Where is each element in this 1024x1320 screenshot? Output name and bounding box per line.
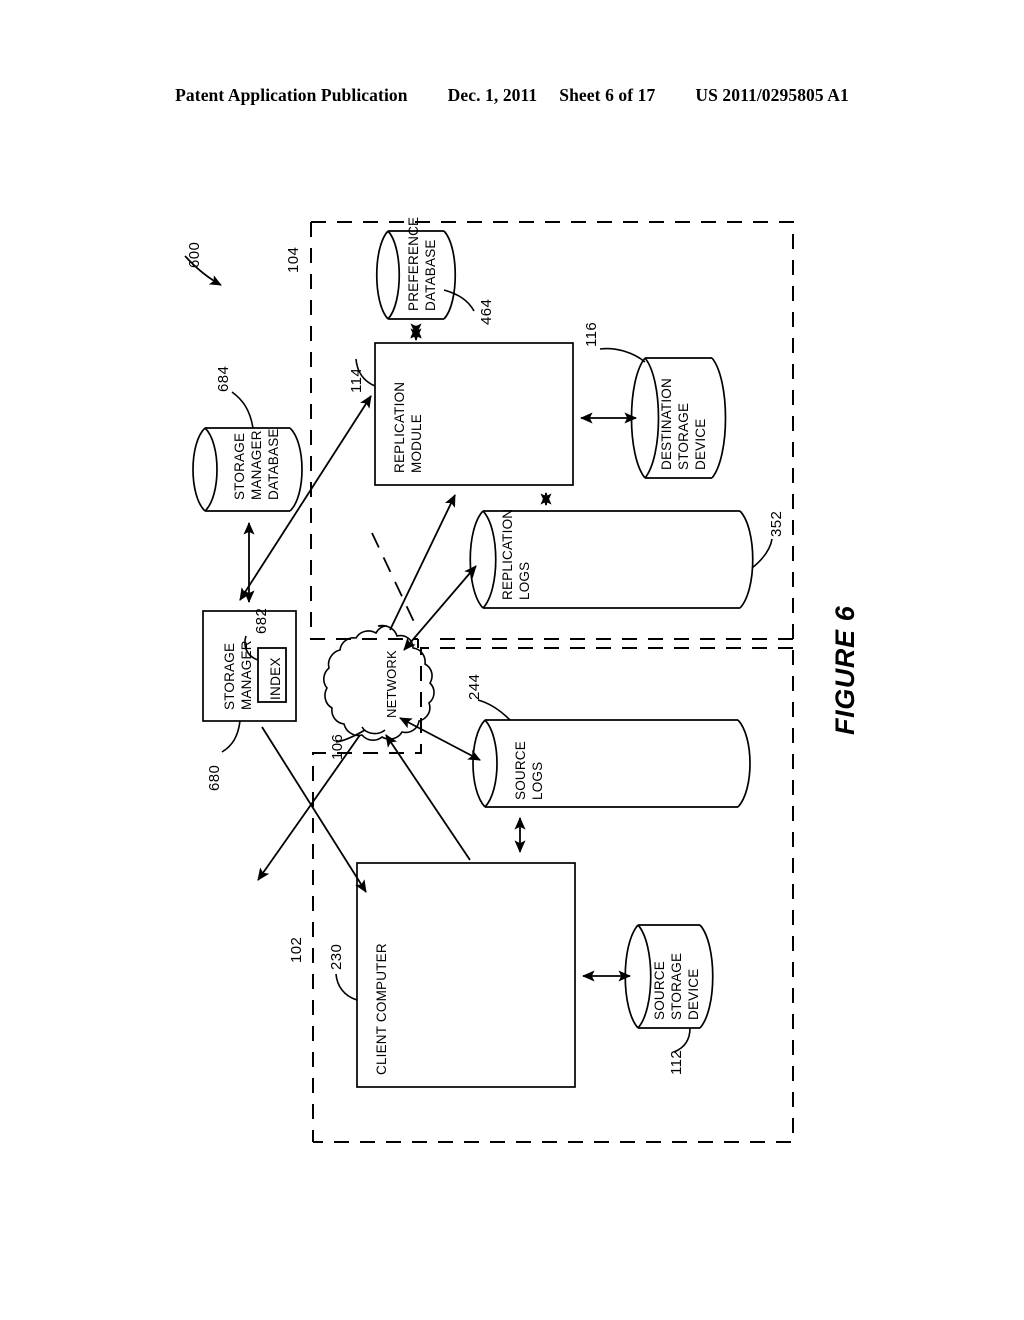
system-ref-leader	[184, 255, 222, 286]
node-storage-manager	[202, 610, 297, 753]
region-destination-system	[310, 221, 794, 1143]
patent-figure: 600 104 102 STORAGE MANAGER DATABASE 684…	[0, 0, 1024, 1320]
node-client-computer	[335, 862, 576, 1088]
region-source-system	[312, 647, 793, 1142]
node-preference-database	[375, 230, 475, 320]
node-storage-manager-database	[192, 391, 303, 512]
node-source-storage-device	[624, 924, 714, 1053]
connectors	[239, 323, 638, 982]
node-replication-module	[355, 342, 574, 486]
node-replication-logs	[469, 510, 773, 609]
node-destination-storage-device	[599, 347, 727, 479]
node-source-logs	[472, 699, 751, 808]
figure-vector-layer	[184, 221, 794, 1143]
